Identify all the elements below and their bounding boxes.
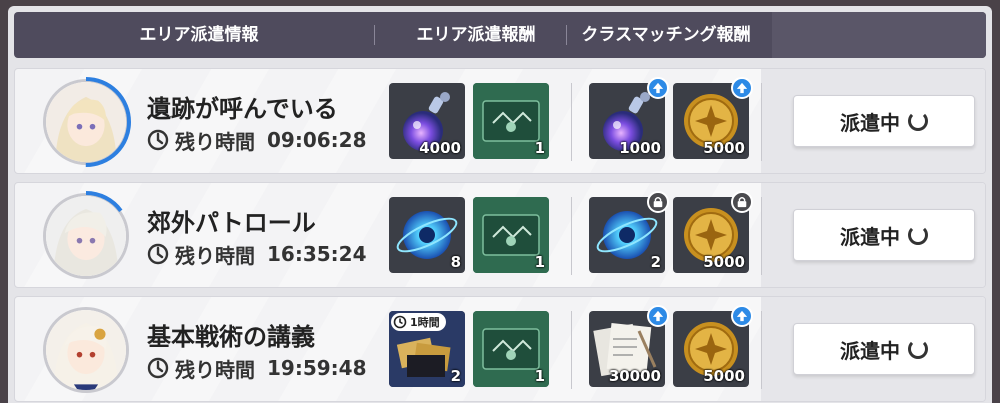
header-area-info: エリア派遣情報 (139, 25, 259, 45)
column-divider (571, 311, 572, 389)
remaining-time-line: 残り時間 09:06:28 (147, 127, 367, 154)
loading-spinner-icon (908, 225, 928, 245)
column-divider (761, 311, 762, 389)
dispatch-panel: エリア派遣情報 エリア派遣報酬 クラスマッチング報酬 遺跡が呼んでいる残り時間 0… (8, 6, 992, 403)
reward-quantity: 2 (650, 253, 661, 271)
clock-icon (393, 315, 407, 329)
mission-title: 遺跡が呼んでいる (147, 95, 338, 123)
remaining-time-label: 残り時間 (175, 129, 255, 154)
reward-item-ticket[interactable]: 1 (473, 83, 549, 159)
dispatching-button-label: 派遣中 (840, 110, 900, 135)
duration-tag-label: 1時間 (410, 316, 440, 329)
reward-quantity: 4000 (419, 139, 461, 157)
dispatch-progress-ring (41, 191, 131, 281)
dispatching-button[interactable]: 派遣中 (793, 323, 975, 375)
dispatch-row: 郊外パトロール残り時間 16:35:24 8 1 2 5000 派遣中 (14, 182, 986, 288)
reward-quantity: 5000 (703, 367, 745, 385)
remaining-time-label: 残り時間 (175, 357, 255, 382)
reward-quantity: 1 (534, 253, 545, 271)
reward-quantity: 2 (450, 367, 461, 385)
reward-quantity: 5000 (703, 253, 745, 271)
remaining-time-value: 09:06:28 (267, 128, 367, 152)
dispatch-row: 遺跡が呼んでいる残り時間 09:06:28 4000 1 1000 5000 派遣中 (14, 68, 986, 174)
lock-icon (731, 191, 753, 213)
column-divider (761, 197, 762, 275)
lock-icon (647, 191, 669, 213)
reward-item-potion[interactable]: 4000 (389, 83, 465, 159)
table-header: エリア派遣情報 エリア派遣報酬 クラスマッチング報酬 (14, 12, 986, 58)
progress-arc (41, 305, 131, 395)
dispatch-row: 基本戦術の講義残り時間 19:59:48 2 1時間 1 30000 5000 派遣中 (14, 296, 986, 402)
boost-up-arrow-icon (731, 305, 753, 327)
header-divider (374, 25, 375, 45)
reward-quantity: 8 (450, 253, 461, 271)
header-end-block (772, 12, 986, 58)
duration-tag: 1時間 (391, 313, 446, 331)
reward-item-blue-orb[interactable]: 8 (389, 197, 465, 273)
progress-arc (41, 191, 131, 281)
dispatch-progress-ring (41, 305, 131, 395)
column-divider (571, 197, 572, 275)
reward-item-ticket[interactable]: 1 (473, 197, 549, 273)
dispatching-button[interactable]: 派遣中 (793, 209, 975, 261)
reward-quantity: 1000 (619, 139, 661, 157)
reward-quantity: 1 (534, 139, 545, 157)
remaining-time-label: 残り時間 (175, 243, 255, 268)
dispatching-button-label: 派遣中 (840, 224, 900, 249)
reward-quantity: 30000 (608, 367, 661, 385)
reward-item-ticket[interactable]: 1 (473, 311, 549, 387)
loading-spinner-icon (908, 111, 928, 131)
remaining-time-line: 残り時間 19:59:48 (147, 355, 367, 382)
clock-icon (147, 129, 169, 151)
boost-up-arrow-icon (647, 77, 669, 99)
reward-quantity: 5000 (703, 139, 745, 157)
dispatch-progress-ring (41, 77, 131, 167)
remaining-time-line: 残り時間 16:35:24 (147, 241, 367, 268)
column-divider (761, 83, 762, 161)
remaining-time-value: 16:35:24 (267, 242, 367, 266)
header-class-rewards: クラスマッチング報酬 (581, 25, 751, 45)
reward-quantity: 1 (534, 367, 545, 385)
boost-up-arrow-icon (647, 305, 669, 327)
header-area-rewards: エリア派遣報酬 (416, 25, 536, 45)
clock-icon (147, 243, 169, 265)
mission-title: 郊外パトロール (147, 209, 316, 237)
clock-icon (147, 357, 169, 379)
progress-arc (41, 77, 131, 167)
reward-item-ticket-bundle[interactable]: 2 1時間 (389, 311, 465, 387)
remaining-time-value: 19:59:48 (267, 356, 367, 380)
dispatching-button[interactable]: 派遣中 (793, 95, 975, 147)
boost-up-arrow-icon (731, 77, 753, 99)
column-divider (571, 83, 572, 161)
loading-spinner-icon (908, 339, 928, 359)
mission-title: 基本戦術の講義 (147, 323, 315, 351)
dispatching-button-label: 派遣中 (840, 338, 900, 363)
